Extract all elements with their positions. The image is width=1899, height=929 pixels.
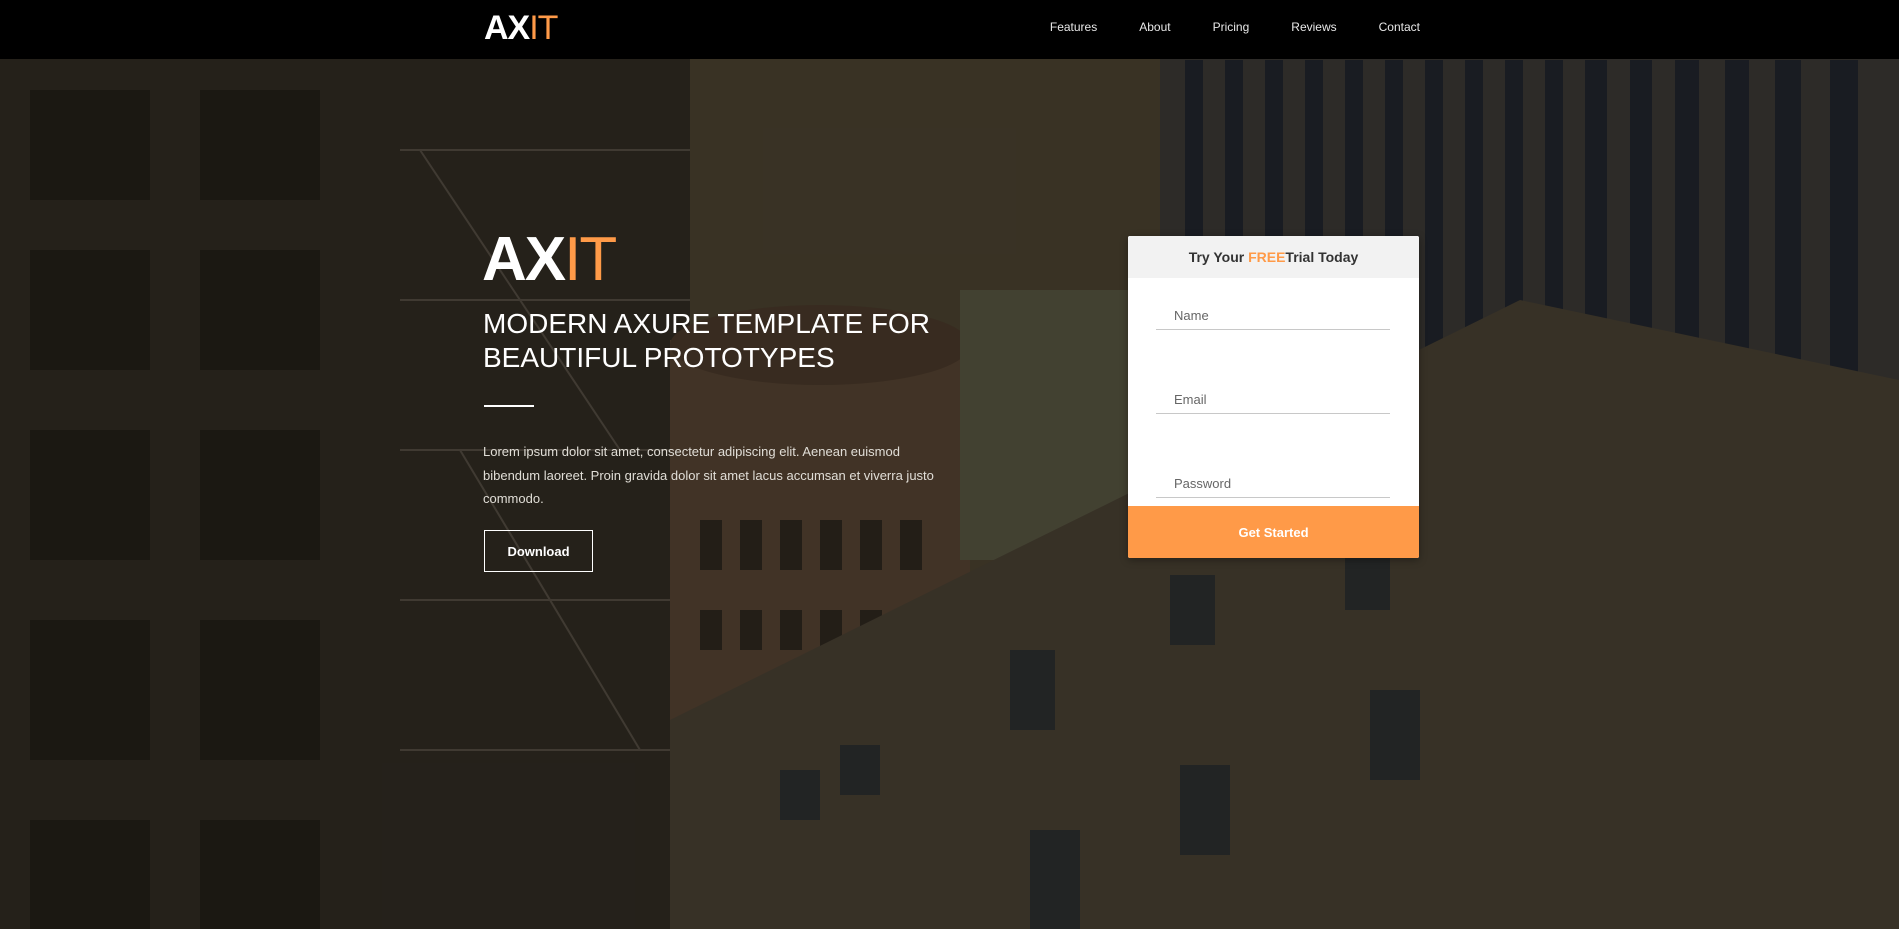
brand-logo-part2: IT: [529, 9, 558, 47]
download-button[interactable]: Download: [484, 530, 593, 572]
hero-divider: [484, 405, 534, 407]
nav-link-about[interactable]: About: [1139, 20, 1170, 34]
nav-links: Features About Pricing Reviews Contact: [1008, 0, 1420, 54]
hero-description: Lorem ipsum dolor sit amet, consectetur …: [483, 444, 934, 506]
email-input[interactable]: [1156, 386, 1390, 413]
nav-link-reviews[interactable]: Reviews: [1291, 20, 1336, 34]
get-started-button[interactable]: Get Started: [1128, 506, 1419, 558]
signup-card-header: Try Your FREE Trial Today: [1128, 236, 1419, 278]
hero-title: MODERN AXURE TEMPLATE FOR BEAUTIFUL PROT…: [483, 307, 1003, 375]
hero-logo-part1: AX: [482, 225, 566, 294]
email-field: [1156, 386, 1390, 414]
nav-link-features[interactable]: Features: [1050, 20, 1097, 34]
password-field: [1156, 470, 1390, 498]
hero-logo: AXIT: [482, 225, 617, 295]
password-input[interactable]: [1156, 470, 1390, 497]
hero-title-line2: BEAUTIFUL PROTOTYPES: [483, 342, 835, 373]
top-navbar: AXIT Features About Pricing Reviews Cont…: [0, 0, 1899, 59]
signup-header-highlight: FREE: [1248, 249, 1286, 265]
nav-link-pricing[interactable]: Pricing: [1213, 20, 1250, 34]
brand-logo[interactable]: AXIT: [484, 9, 558, 47]
name-field: [1156, 302, 1390, 330]
signup-header-suffix: Trial Today: [1285, 249, 1359, 265]
hero-title-line1: MODERN AXURE TEMPLATE FOR: [483, 308, 931, 339]
name-input[interactable]: [1156, 302, 1390, 329]
nav-link-contact[interactable]: Contact: [1379, 20, 1420, 34]
signup-header-prefix: Try Your: [1188, 249, 1249, 265]
hero-logo-part2: IT: [564, 225, 617, 294]
brand-logo-part1: AX: [484, 9, 530, 47]
